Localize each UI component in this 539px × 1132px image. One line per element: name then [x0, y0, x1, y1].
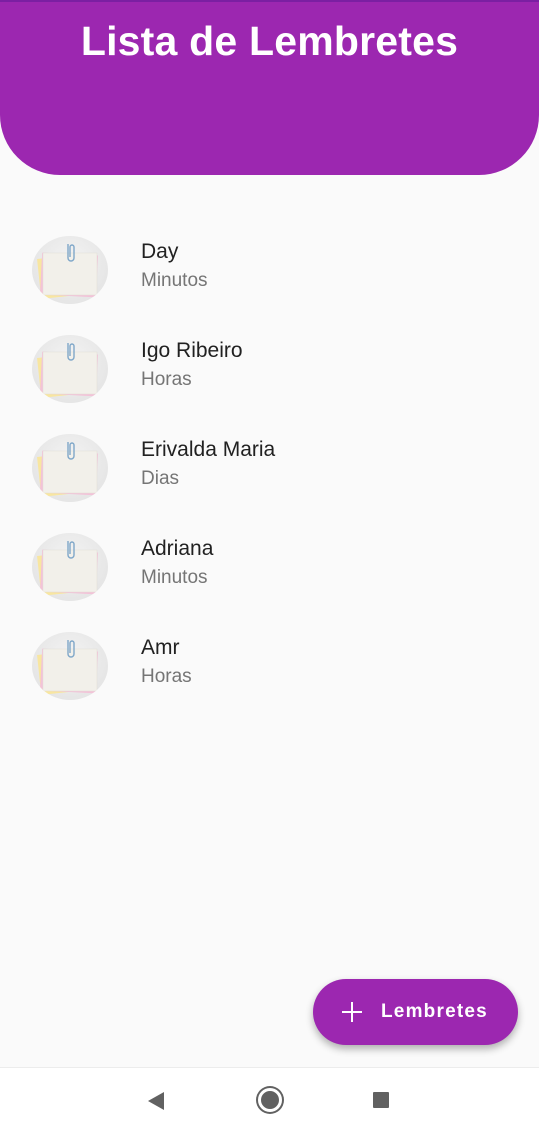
- reminder-title: Adriana: [141, 537, 214, 560]
- add-reminder-button[interactable]: Lembretes: [313, 979, 518, 1045]
- sticky-note-icon: [32, 434, 108, 502]
- recent-apps-icon[interactable]: [373, 1092, 389, 1108]
- reminder-title: Igo Ribeiro: [141, 339, 243, 362]
- list-item[interactable]: Day Minutos: [0, 222, 539, 321]
- screen: Lista de Lembretes Day Minutos Igo Ribei…: [0, 0, 539, 1132]
- sticky-note-icon: [32, 632, 108, 700]
- system-nav-bar: [0, 1067, 539, 1132]
- plus-icon: [341, 1001, 363, 1023]
- sticky-note-icon: [32, 236, 108, 304]
- reminder-subtitle: Minutos: [141, 567, 208, 588]
- home-icon[interactable]: [258, 1088, 282, 1112]
- reminder-title: Amr: [141, 636, 180, 659]
- sticky-note-icon: [32, 335, 108, 403]
- list-item[interactable]: Amr Horas: [0, 618, 539, 717]
- reminder-subtitle: Dias: [141, 468, 180, 489]
- sticky-note-icon: [32, 533, 108, 601]
- reminder-subtitle: Horas: [141, 666, 192, 687]
- reminder-list: Day Minutos Igo Ribeiro Horas Erivalda M…: [0, 222, 539, 717]
- reminder-title: Day: [141, 240, 179, 263]
- list-item[interactable]: Igo Ribeiro Horas: [0, 321, 539, 420]
- reminder-title: Erivalda Maria: [141, 438, 276, 461]
- back-icon[interactable]: [148, 1092, 164, 1110]
- reminder-subtitle: Horas: [141, 369, 192, 390]
- add-reminder-label: Lembretes: [381, 1001, 488, 1022]
- list-item[interactable]: Adriana Minutos: [0, 519, 539, 618]
- list-item[interactable]: Erivalda Maria Dias: [0, 420, 539, 519]
- reminder-subtitle: Minutos: [141, 270, 208, 291]
- page-title: Lista de Lembretes: [80, 18, 459, 64]
- app-bar: Lista de Lembretes: [0, 0, 539, 175]
